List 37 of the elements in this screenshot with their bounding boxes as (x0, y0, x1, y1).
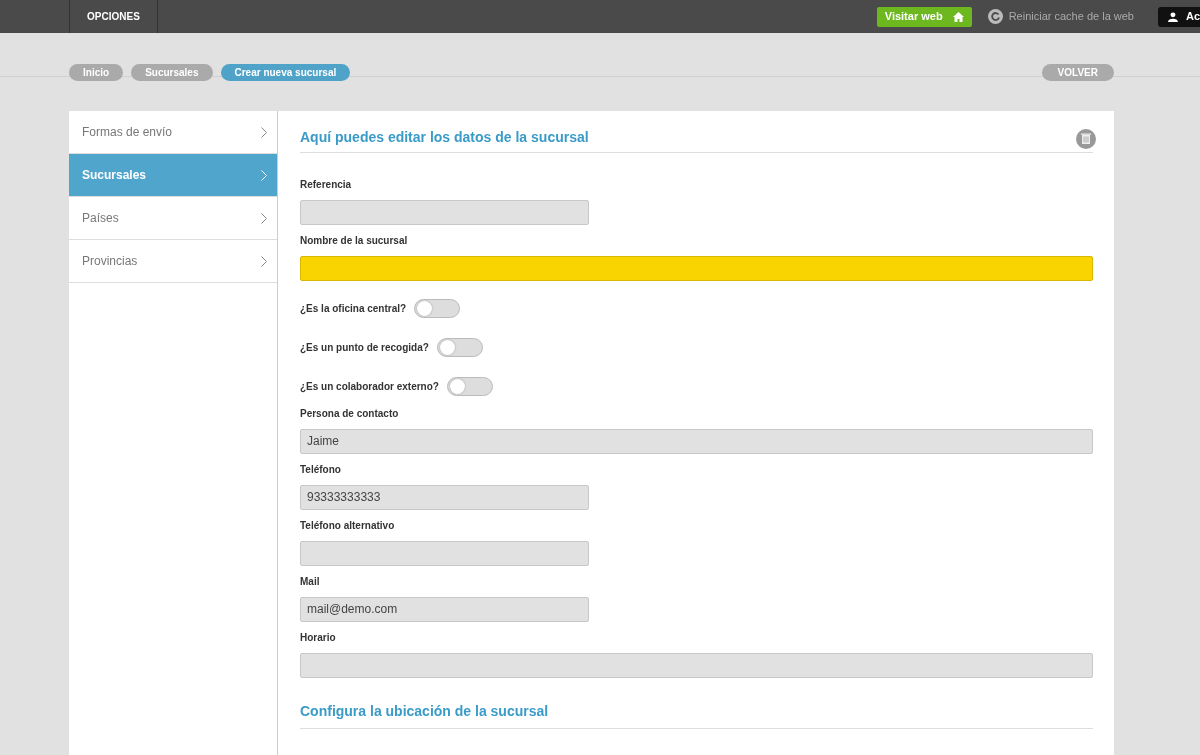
sidebar-item[interactable]: Países (69, 197, 277, 240)
toggle-switch[interactable] (436, 337, 483, 357)
chevron-right-icon (261, 255, 267, 267)
home-icon (952, 11, 964, 22)
field-label: Persona de contacto (300, 406, 400, 421)
input-field[interactable]: 93333333333 (300, 484, 589, 510)
field-label: ¿Es la oficina central? (300, 301, 407, 316)
input-field[interactable]: mail@demo.com (300, 596, 589, 622)
sidebar-item[interactable]: Sucursales (69, 154, 277, 197)
field-label: Mail (300, 574, 321, 589)
input-field[interactable] (300, 199, 589, 225)
user-icon (1168, 9, 1178, 24)
reset-cache-link[interactable]: Reiniciar cache de la web (987, 8, 1134, 25)
input-field[interactable]: Jaime (300, 428, 1093, 454)
field-label: Nombre de la sucursal (300, 233, 409, 248)
refresh-icon (987, 9, 1003, 24)
field-label: ¿Es un punto de recogida? (300, 340, 429, 355)
chevron-right-icon (261, 212, 267, 224)
user-button[interactable]: Ac (1158, 6, 1200, 27)
options-menu[interactable]: OPCIONES (69, 0, 158, 33)
visit-web-button[interactable]: Visitar web (876, 6, 972, 27)
input-field[interactable] (300, 255, 1093, 281)
trash-icon (1076, 129, 1096, 149)
field-label: Teléfono alternativo (300, 518, 396, 533)
field-label: Horario (300, 630, 337, 645)
field-label: Referencia (300, 177, 353, 192)
input-field[interactable] (300, 540, 589, 566)
chevron-right-icon (261, 126, 267, 138)
toggle-switch[interactable] (446, 376, 493, 396)
section-title: Configura la ubicación de la sucursal (300, 700, 1093, 729)
sidebar-item[interactable]: Provincias (69, 240, 277, 283)
breadcrumb-link[interactable]: Crear nueva sucursal (220, 63, 351, 81)
chevron-right-icon (261, 169, 267, 181)
field-label: ¿Es un colaborador externo? (300, 379, 439, 394)
field-label: Teléfono (300, 462, 342, 477)
toggle-switch[interactable] (414, 298, 461, 318)
input-field[interactable] (300, 652, 1093, 678)
